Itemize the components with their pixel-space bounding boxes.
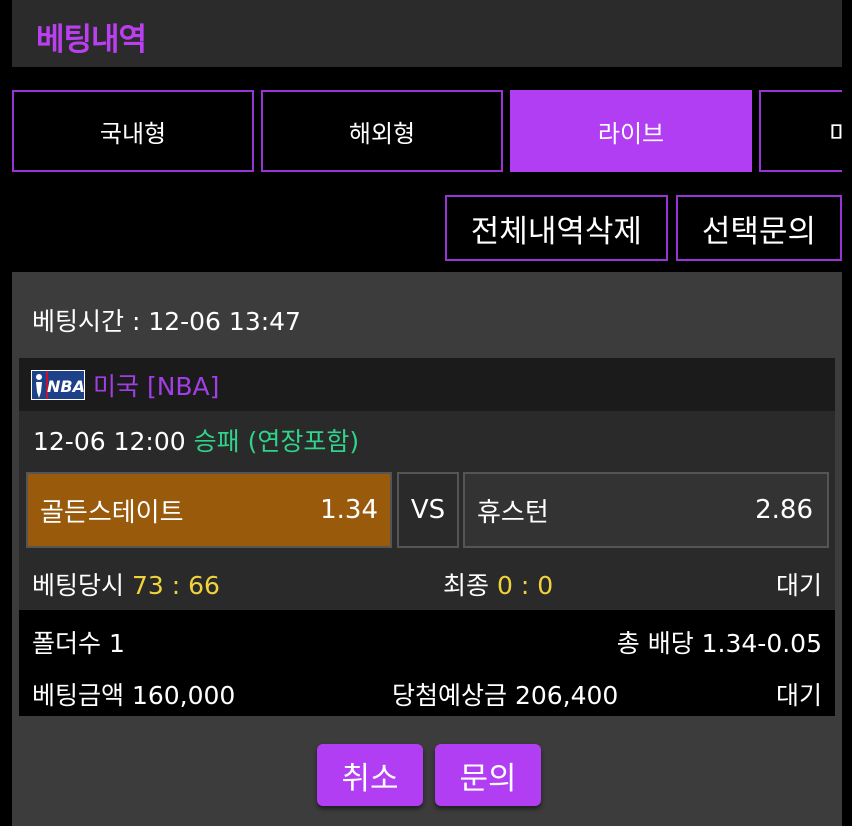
score-at-bet-label: 베팅당시	[32, 571, 125, 600]
away-odds: 2.86	[755, 495, 813, 525]
tab-bar: 국내형 해외형 라이브 미	[12, 90, 842, 174]
bet-card: NBA 미국 [NBA] 12-06 12:00 승패 (연장포함) 골든스테이트…	[19, 358, 835, 716]
match-time: 12-06 12:00	[33, 427, 186, 456]
tab-next[interactable]: 미	[759, 90, 842, 172]
bet-summary: 폴더수 1 총 배당 1.34-0.05 베팅금액 160,000 당첨예상금 …	[19, 610, 835, 716]
tab-domestic[interactable]: 국내형	[12, 90, 254, 172]
match-info: 12-06 12:00 승패 (연장포함)	[33, 422, 359, 458]
home-odds: 1.34	[320, 495, 378, 525]
bet-time: 베팅시간 : 12-06 13:47	[32, 307, 301, 336]
away-team: 휴스턴	[477, 497, 549, 528]
inquire-selected-button[interactable]: 선택문의	[675, 195, 842, 261]
final-score: 0 : 0	[496, 571, 554, 600]
page-title: 베팅내역	[36, 22, 147, 58]
vs-label: VS	[397, 472, 459, 548]
folder-count: 폴더수 1	[32, 629, 125, 658]
bet-amount: 베팅금액 160,000	[32, 681, 236, 710]
footer-buttons: 취소 문의	[317, 744, 541, 806]
away-odds-button[interactable]: 휴스턴 2.86	[463, 472, 829, 548]
expected-winnings: 당첨예상금 206,400	[392, 681, 619, 710]
final-label: 최종	[443, 571, 490, 600]
tab-live[interactable]: 라이브	[510, 90, 752, 172]
league-header: NBA 미국 [NBA]	[19, 358, 835, 411]
bet-panel: 베팅시간 : 12-06 13:47 NBA 미국 [NBA] 12-06 12…	[12, 272, 842, 826]
score-row: 베팅당시 73 : 66 최종 0 : 0 대기	[19, 554, 835, 606]
score-at-bet: 73 : 66	[131, 571, 220, 600]
page-header: 베팅내역	[12, 0, 842, 67]
home-team: 골든스테이트	[40, 497, 184, 528]
league-name: 미국 [NBA]	[93, 371, 220, 401]
home-odds-button[interactable]: 골든스테이트 1.34	[26, 472, 392, 548]
action-buttons: 전체내역삭제 선택문의	[444, 195, 842, 261]
nba-logo-icon: NBA	[31, 369, 85, 400]
delete-all-button[interactable]: 전체내역삭제	[444, 195, 668, 261]
tab-overseas[interactable]: 해외형	[261, 90, 503, 172]
market-type: 승패 (연장포함)	[193, 427, 360, 456]
svg-text:NBA: NBA	[47, 377, 85, 396]
inquire-button[interactable]: 문의	[435, 744, 541, 806]
result-status: 대기	[775, 681, 822, 710]
total-odds: 총 배당 1.34-0.05	[616, 629, 822, 658]
status-badge: 대기	[775, 571, 822, 600]
cancel-button[interactable]: 취소	[317, 744, 423, 806]
